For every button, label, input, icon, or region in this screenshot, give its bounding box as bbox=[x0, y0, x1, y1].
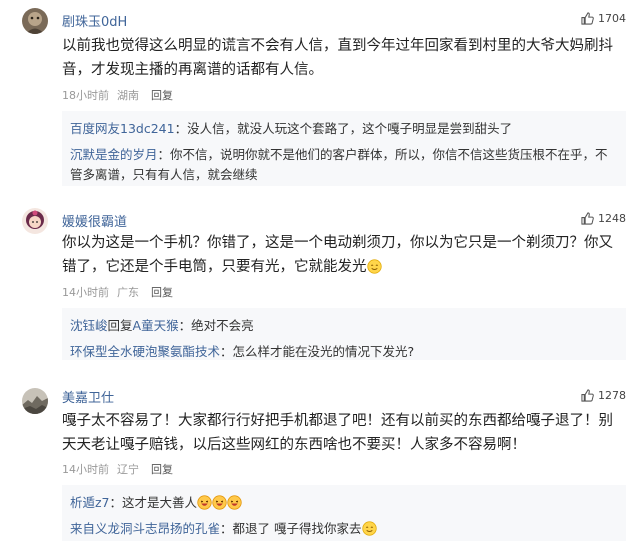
reply-username[interactable]: 析遁z7 bbox=[70, 495, 110, 510]
laughing-face-emoji bbox=[197, 495, 212, 510]
like-button[interactable]: 1278 bbox=[581, 389, 626, 402]
smiling-face-emoji bbox=[361, 521, 377, 536]
comment-meta: 14小时前 辽宁 回复 bbox=[62, 461, 181, 477]
reply-separator: ： bbox=[157, 147, 171, 162]
reply-separator: ： bbox=[220, 521, 233, 536]
username[interactable]: 媛媛很霸道 bbox=[62, 211, 127, 230]
like-button[interactable]: 1704 bbox=[581, 12, 626, 25]
comment-text: 以前我也觉得这么明显的谎言不会有人信，直到今年过年回家看到村里的大爷大妈刷抖音，… bbox=[62, 38, 613, 78]
laughing-face-emoji bbox=[212, 495, 227, 510]
like-button[interactable]: 1248 bbox=[581, 212, 626, 225]
timestamp: 14小时前 bbox=[62, 463, 109, 476]
thumbs-up-icon bbox=[581, 12, 594, 25]
reply-text: 都退了 嘎子得找你家去 bbox=[232, 521, 362, 536]
thumbs-up-icon bbox=[581, 389, 594, 402]
reply-list: 沈钰峻回复A童天猴：绝对不会亮 环保型全水硬泡聚氨酯技术：怎么样才能在没光的情况… bbox=[62, 308, 626, 360]
reply-button[interactable]: 回复 bbox=[151, 286, 173, 299]
avatar[interactable] bbox=[22, 8, 48, 34]
reply-username[interactable]: 沈钰峻 bbox=[70, 318, 108, 333]
reply-item: 析遁z7：这才是大善人 bbox=[70, 493, 618, 513]
reply-button[interactable]: 回复 bbox=[151, 89, 173, 102]
reply-username[interactable]: 环保型全水硬泡聚氨酯技术 bbox=[70, 344, 220, 359]
comment-meta: 18小时前 湖南 回复 bbox=[62, 87, 181, 103]
reply-connector: 回复 bbox=[107, 318, 133, 333]
username[interactable]: 剧珠玉0dH bbox=[62, 11, 127, 30]
reply-list: 析遁z7：这才是大善人 来自义龙洞斗志昂扬的孔雀：都退了 嘎子得找你家去 bbox=[62, 485, 626, 541]
timestamp: 18小时前 bbox=[62, 89, 109, 102]
location: 湖南 bbox=[117, 89, 139, 102]
reply-separator: ： bbox=[109, 495, 123, 510]
timestamp: 14小时前 bbox=[62, 286, 109, 299]
comment-text: 你以为这是一个手机？你错了，这是一个电动剃须刀，你以为它只是一个剃须刀？你又错了… bbox=[62, 231, 624, 279]
reply-list: 百度网友13dc241：没人信，就没人玩这个套路了，这个嘎子明显是尝到甜头了 沉… bbox=[62, 111, 626, 186]
like-count: 1278 bbox=[598, 389, 626, 402]
username[interactable]: 美嘉卫仕 bbox=[62, 387, 114, 406]
reply-text: 绝对不会亮 bbox=[191, 318, 254, 333]
reply-separator: ： bbox=[178, 318, 192, 333]
reply-button[interactable]: 回复 bbox=[151, 463, 173, 476]
reply-target-username[interactable]: A童天猴 bbox=[133, 318, 179, 333]
reply-separator: ： bbox=[174, 121, 188, 136]
thumbs-up-icon bbox=[581, 212, 594, 225]
reply-username[interactable]: 沉默是金的岁月 bbox=[70, 147, 158, 162]
reply-text: 没人信，就没人玩这个套路了，这个嘎子明显是尝到甜头了 bbox=[187, 121, 513, 136]
reply-separator: ： bbox=[220, 344, 233, 359]
comment-text: 嘎子太不容易了！大家都行行好把手机都退了吧！还有以前买的东西都给嘎子退了！别天天… bbox=[62, 413, 613, 453]
reply-item: 环保型全水硬泡聚氨酯技术：怎么样才能在没光的情况下发光? bbox=[70, 342, 618, 362]
avatar[interactable] bbox=[22, 208, 48, 234]
avatar[interactable] bbox=[22, 388, 48, 414]
reply-item: 来自义龙洞斗志昂扬的孔雀：都退了 嘎子得找你家去 bbox=[70, 519, 618, 539]
reply-text: 这才是大善人 bbox=[122, 495, 198, 510]
location: 辽宁 bbox=[117, 463, 139, 476]
comment-text-content: 你以为这是一个手机？你错了，这是一个电动剃须刀，你以为它只是一个剃须刀？你又错了… bbox=[62, 235, 613, 275]
reply-item: 百度网友13dc241：没人信，就没人玩这个套路了，这个嘎子明显是尝到甜头了 bbox=[70, 119, 618, 139]
reply-username[interactable]: 百度网友13dc241 bbox=[70, 121, 175, 136]
reply-item: 沉默是金的岁月：你不信，说明你就不是他们的客户群体，所以，你信不信这些货压根不在… bbox=[70, 145, 618, 185]
like-count: 1704 bbox=[598, 12, 626, 25]
comment-meta: 14小时前 广东 回复 bbox=[62, 284, 181, 300]
reply-text: 怎么样才能在没光的情况下发光? bbox=[232, 344, 415, 359]
location: 广东 bbox=[117, 286, 139, 299]
like-count: 1248 bbox=[598, 212, 626, 225]
reply-item: 沈钰峻回复A童天猴：绝对不会亮 bbox=[70, 316, 618, 336]
laughing-face-emoji bbox=[227, 495, 242, 510]
reply-username[interactable]: 来自义龙洞斗志昂扬的孔雀 bbox=[70, 521, 220, 536]
smiling-face-emoji bbox=[366, 259, 382, 274]
